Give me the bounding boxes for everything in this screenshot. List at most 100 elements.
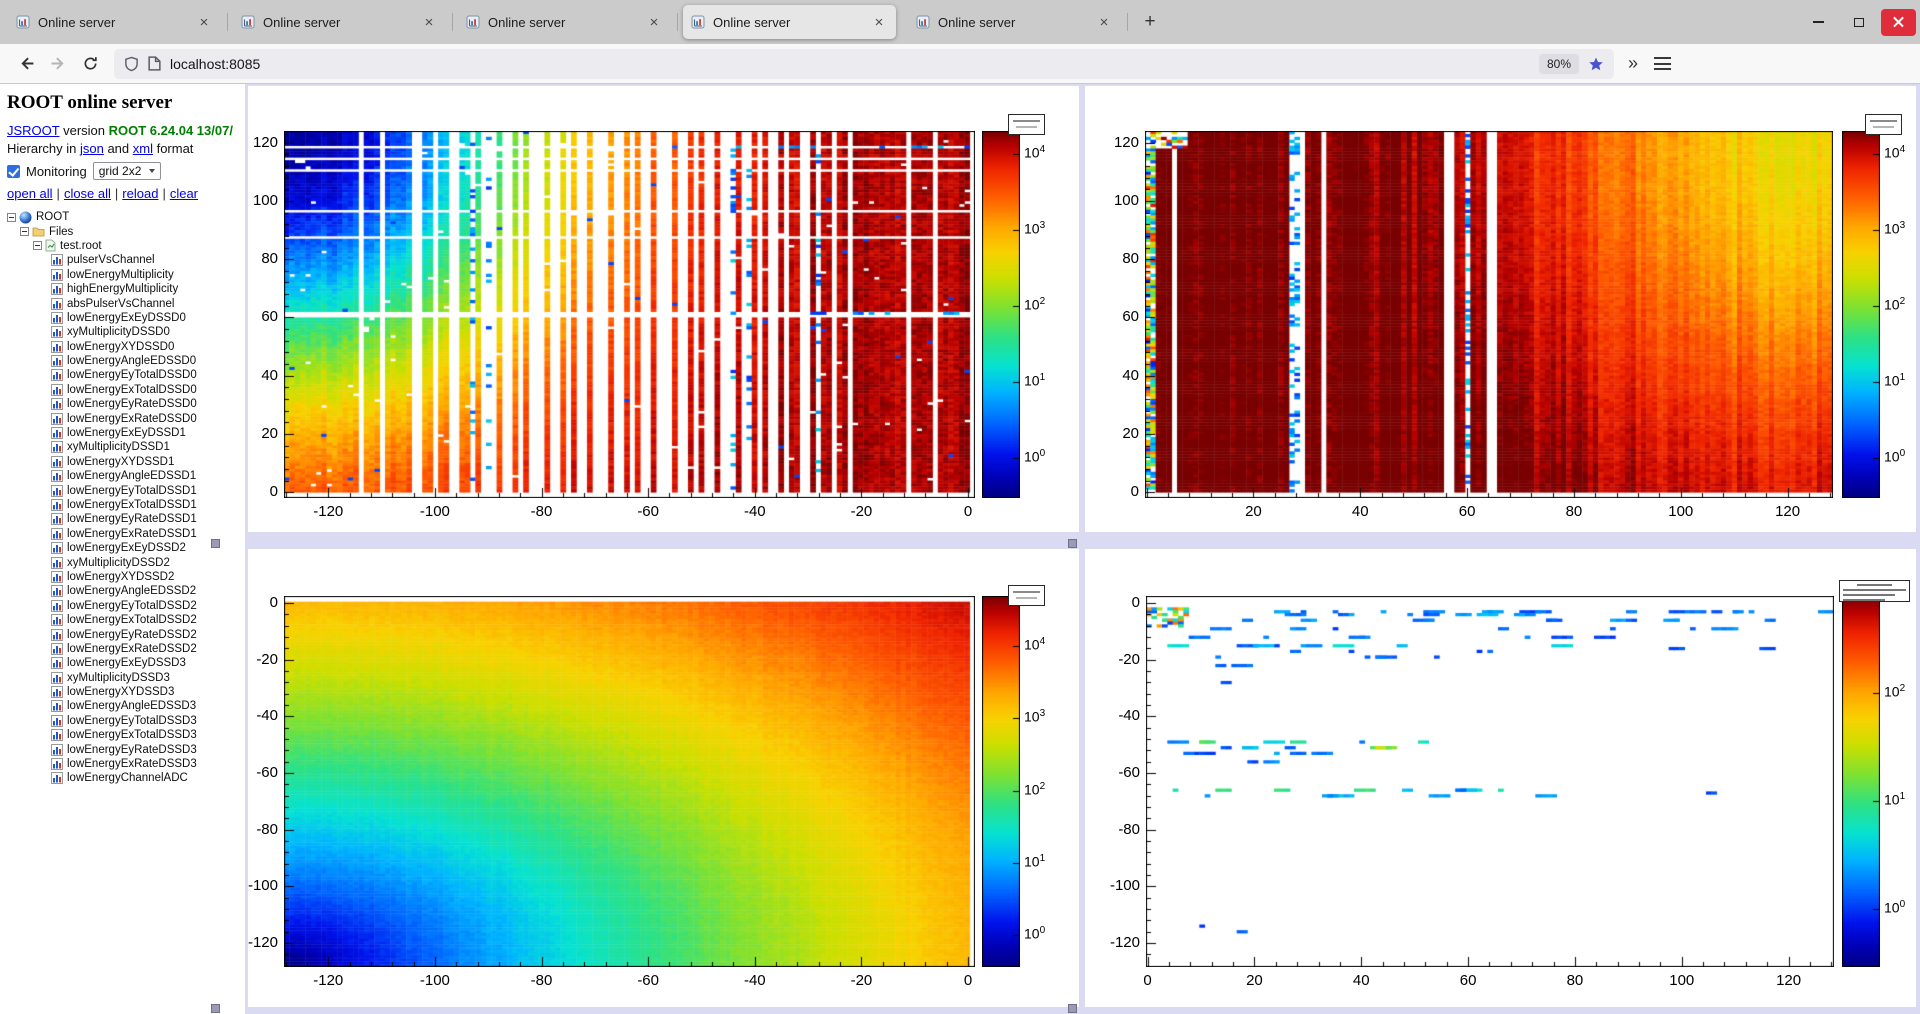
tree-item-lowEnergyExEyDSSD2[interactable]: lowEnergyExEyDSSD2 [7,541,241,555]
tree-item-lowEnergyAngleEDSSD3[interactable]: lowEnergyAngleEDSSD3 [7,699,241,713]
tab-close-icon[interactable]: × [1095,14,1113,31]
tree-item-lowEnergyEyRateDSSD2[interactable]: lowEnergyEyRateDSSD2 [7,627,241,641]
clear-link[interactable]: clear [170,186,198,201]
forward-button[interactable] [42,49,74,79]
tree-item-xyMultiplicityDSSD2[interactable]: xyMultiplicityDSSD2 [7,555,241,569]
plot-panel-top-left[interactable]: -120-100-80-60-40-2000204060801001201041… [248,86,1079,532]
tree-item-lowEnergyMultiplicity[interactable]: lowEnergyMultiplicity [7,268,241,282]
tree-item-lowEnergyExEyDSSD3[interactable]: lowEnergyExEyDSSD3 [7,656,241,670]
plots-area: -120-100-80-60-40-2000204060801001201041… [245,84,1920,1014]
hist2d-top-right-canvas[interactable] [1145,131,1833,498]
close-all-link[interactable]: close all [64,186,111,201]
tree-item-lowEnergyExTotalDSSD3[interactable]: lowEnergyExTotalDSSD3 [7,728,241,742]
tree-item-lowEnergyXYDSSD0[interactable]: lowEnergyXYDSSD0 [7,340,241,354]
monitoring-checkbox[interactable] [7,165,20,178]
tab-close-icon[interactable]: × [195,14,213,31]
tree-item-lowEnergyEyRateDSSD3[interactable]: lowEnergyEyRateDSSD3 [7,742,241,756]
tree-item-absPulserVsChannel[interactable]: absPulserVsChannel [7,296,241,310]
tree-item-lowEnergyExRateDSSD2[interactable]: lowEnergyExRateDSSD2 [7,642,241,656]
tree-item-lowEnergyAngleEDSSD1[interactable]: lowEnergyAngleEDSSD1 [7,469,241,483]
tree-item-lowEnergyExRateDSSD0[interactable]: lowEnergyExRateDSSD0 [7,411,241,425]
tree-item-lowEnergyExTotalDSSD1[interactable]: lowEnergyExTotalDSSD1 [7,498,241,512]
tab-3[interactable]: Online server× [458,5,671,39]
colorbar-bottom-right[interactable] [1842,596,1880,967]
tree-item-lowEnergyXYDSSD2[interactable]: lowEnergyXYDSSD2 [7,570,241,584]
grid-separator-handle[interactable] [211,1004,220,1013]
tab-close-icon[interactable]: × [645,14,663,31]
tree-item-lowEnergyEyRateDSSD1[interactable]: lowEnergyEyRateDSSD1 [7,512,241,526]
tree-item-lowEnergyExEyDSSD1[interactable]: lowEnergyExEyDSSD1 [7,426,241,440]
tree-item-lowEnergyExTotalDSSD2[interactable]: lowEnergyExTotalDSSD2 [7,613,241,627]
grid-separator-handle[interactable] [1068,539,1077,548]
tree-item-lowEnergyEyTotalDSSD3[interactable]: lowEnergyEyTotalDSSD3 [7,714,241,728]
tree-item-lowEnergyEyTotalDSSD0[interactable]: lowEnergyEyTotalDSSD0 [7,368,241,382]
plot-panel-bottom-right[interactable]: 0204060801001200-20-40-60-80-100-1201021… [1085,549,1916,1007]
tree-item-xyMultiplicityDSSD3[interactable]: xyMultiplicityDSSD3 [7,671,241,685]
tree-folder-files[interactable]: Files [7,224,241,238]
hist2d-top-left-canvas[interactable] [284,131,975,498]
menu-button[interactable] [1654,57,1671,70]
back-button[interactable] [10,49,42,79]
zoom-indicator[interactable]: 80% [1539,54,1579,74]
collapse-expander-icon[interactable] [7,213,16,222]
tab-1[interactable]: Online server× [8,5,221,39]
plot-panel-top-right[interactable]: 2040608010012002040608010012010410310210… [1085,86,1916,532]
tree-item-lowEnergyEyRateDSSD0[interactable]: lowEnergyEyRateDSSD0 [7,397,241,411]
tree-item-lowEnergyExRateDSSD1[interactable]: lowEnergyExRateDSSD1 [7,527,241,541]
tree-item-xyMultiplicityDSSD1[interactable]: xyMultiplicityDSSD1 [7,440,241,454]
colorbar-top-right[interactable] [1842,131,1880,498]
colorbar-bottom-left[interactable] [982,596,1020,967]
page-info-icon[interactable] [148,56,161,71]
xml-link[interactable]: xml [133,141,153,156]
tree-item-pulserVsChannel[interactable]: pulserVsChannel [7,253,241,267]
tab-close-icon[interactable]: × [870,14,888,31]
new-tab-button[interactable]: + [1135,7,1165,37]
y-tick-label: 0 [226,594,278,612]
open-all-link[interactable]: open all [7,186,53,201]
jsroot-link[interactable]: JSROOT [7,123,60,138]
grid-separator-handle[interactable] [211,539,220,548]
grid-separator-handle[interactable] [1068,1004,1077,1013]
tree-item-lowEnergyXYDSSD3[interactable]: lowEnergyXYDSSD3 [7,685,241,699]
url-text[interactable]: localhost:8085 [170,56,1530,72]
tree-item-lowEnergyExEyDSSD0[interactable]: lowEnergyExEyDSSD0 [7,311,241,325]
tree-item-lowEnergyEyTotalDSSD1[interactable]: lowEnergyEyTotalDSSD1 [7,483,241,497]
close-button[interactable] [1881,9,1916,36]
hist2d-bottom-right-canvas[interactable] [1146,596,1834,967]
tree-item-xyMultiplicityDSSD0[interactable]: xyMultiplicityDSSD0 [7,325,241,339]
mini-stats-box[interactable] [1008,114,1045,135]
hist2d-bottom-left-canvas[interactable] [284,596,975,967]
json-link[interactable]: json [80,141,104,156]
tree-item-highEnergyMultiplicity[interactable]: highEnergyMultiplicity [7,282,241,296]
stats-box[interactable] [1839,580,1910,602]
reload-link[interactable]: reload [122,186,158,201]
tab-2[interactable]: Online server× [233,5,446,39]
tab-4-active[interactable]: Online server× [683,5,896,39]
shield-icon[interactable] [124,56,139,72]
tree-item-lowEnergyEyTotalDSSD2[interactable]: lowEnergyEyTotalDSSD2 [7,599,241,613]
minimize-button[interactable] [1801,9,1836,36]
tree-file-testroot[interactable]: test.root [7,239,241,253]
collapse-expander-icon[interactable] [33,241,42,250]
mini-stats-box[interactable] [1865,114,1902,135]
tab-close-icon[interactable]: × [420,14,438,31]
grid-layout-select[interactable]: grid 2x2 [93,162,162,180]
colorbar-label: 101 [1024,372,1045,389]
mini-stats-box[interactable] [1008,585,1045,606]
collapse-expander-icon[interactable] [20,227,29,236]
tree-item-lowEnergyExRateDSSD3[interactable]: lowEnergyExRateDSSD3 [7,757,241,771]
colorbar-top-left[interactable] [982,131,1020,498]
tree-item-lowEnergyXYDSSD1[interactable]: lowEnergyXYDSSD1 [7,455,241,469]
toolbar-overflow-button[interactable]: » [1628,53,1638,74]
tree-item-lowEnergyAngleEDSSD2[interactable]: lowEnergyAngleEDSSD2 [7,584,241,598]
tree-item-lowEnergyAngleEDSSD0[interactable]: lowEnergyAngleEDSSD0 [7,354,241,368]
tree-item-lowEnergyChannelADC[interactable]: lowEnergyChannelADC [7,771,241,785]
plot-panel-bottom-left[interactable]: -120-100-80-60-40-2000-20-40-60-80-100-1… [248,549,1079,1007]
bookmark-star-icon[interactable] [1588,56,1604,72]
reload-button[interactable] [74,49,106,79]
tree-root[interactable]: ROOT [7,210,241,224]
tree-item-lowEnergyExTotalDSSD0[interactable]: lowEnergyExTotalDSSD0 [7,383,241,397]
url-bar[interactable]: localhost:8085 80% [114,49,1614,79]
tab-5[interactable]: Online server× [908,5,1121,39]
maximize-button[interactable] [1841,9,1876,36]
